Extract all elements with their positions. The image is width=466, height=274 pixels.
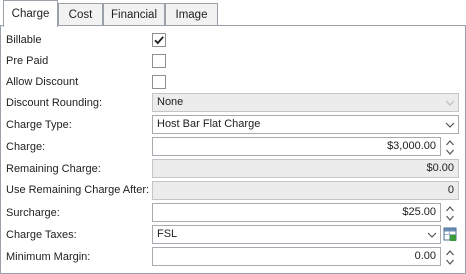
- minimum-margin-label: Minimum Margin:: [6, 251, 91, 263]
- charge-taxes-value: FSL: [157, 228, 178, 240]
- spin-down-icon[interactable]: [445, 213, 455, 221]
- use-remaining-after-label: Use Remaining Charge After:: [6, 184, 150, 196]
- charge-taxes-label: Charge Taxes:: [6, 229, 77, 241]
- chevron-down-icon[interactable]: [442, 94, 458, 111]
- pre-paid-checkbox[interactable]: [152, 54, 166, 68]
- tab-financial-label: Financial: [110, 9, 158, 21]
- spin-down-icon[interactable]: [445, 147, 455, 155]
- surcharge-label: Surcharge:: [6, 207, 60, 219]
- charge-type-select[interactable]: Host Bar Flat Charge: [152, 115, 459, 134]
- tab-charge[interactable]: Charge: [3, 0, 58, 27]
- tab-image-label: Image: [175, 9, 208, 21]
- tab-charge-label: Charge: [11, 8, 50, 20]
- spin-up-icon[interactable]: [445, 138, 455, 146]
- discount-rounding-value: None: [157, 96, 184, 108]
- tab-strip: Charge Cost Financial Image: [0, 0, 466, 27]
- tax-grid-icon[interactable]: [442, 225, 458, 244]
- remaining-charge-value: $0.00: [426, 162, 454, 174]
- billable-label: Billable: [6, 34, 42, 46]
- allow-discount-label: Allow Discount: [6, 76, 79, 88]
- spin-down-icon[interactable]: [445, 257, 455, 265]
- tab-cost-label: Cost: [68, 9, 93, 21]
- check-icon: [154, 36, 164, 45]
- charge-spinner[interactable]: [442, 137, 458, 156]
- spin-up-icon[interactable]: [445, 248, 455, 256]
- minimum-margin-input[interactable]: 0.00: [152, 247, 441, 266]
- surcharge-spinner[interactable]: [442, 203, 458, 222]
- use-remaining-after-input: 0: [152, 181, 459, 200]
- tab-image[interactable]: Image: [165, 3, 218, 26]
- tab-cost[interactable]: Cost: [58, 3, 103, 26]
- discount-rounding-select[interactable]: None: [152, 93, 459, 112]
- charge-value: $3,000.00: [387, 140, 436, 152]
- chevron-down-icon[interactable]: [424, 226, 440, 243]
- discount-rounding-label: Discount Rounding:: [6, 97, 103, 109]
- surcharge-value: $25.00: [402, 206, 436, 218]
- allow-discount-checkbox[interactable]: [152, 75, 166, 89]
- spin-up-icon[interactable]: [445, 204, 455, 212]
- charge-type-label: Charge Type:: [6, 119, 72, 131]
- remaining-charge-input: $0.00: [152, 159, 459, 178]
- use-remaining-after-value: 0: [447, 184, 454, 196]
- minimum-margin-value: 0.00: [414, 250, 436, 262]
- charge-type-value: Host Bar Flat Charge: [157, 118, 261, 130]
- charge-taxes-select[interactable]: FSL: [152, 225, 441, 244]
- charge-label: Charge:: [6, 141, 46, 153]
- pre-paid-label: Pre Paid: [6, 55, 49, 67]
- tab-financial[interactable]: Financial: [103, 3, 165, 26]
- chevron-down-icon[interactable]: [442, 116, 458, 133]
- remaining-charge-label: Remaining Charge:: [6, 163, 101, 175]
- surcharge-input[interactable]: $25.00: [152, 203, 441, 222]
- minimum-margin-spinner[interactable]: [442, 247, 458, 266]
- billable-checkbox[interactable]: [152, 33, 166, 47]
- charge-input[interactable]: $3,000.00: [152, 137, 441, 156]
